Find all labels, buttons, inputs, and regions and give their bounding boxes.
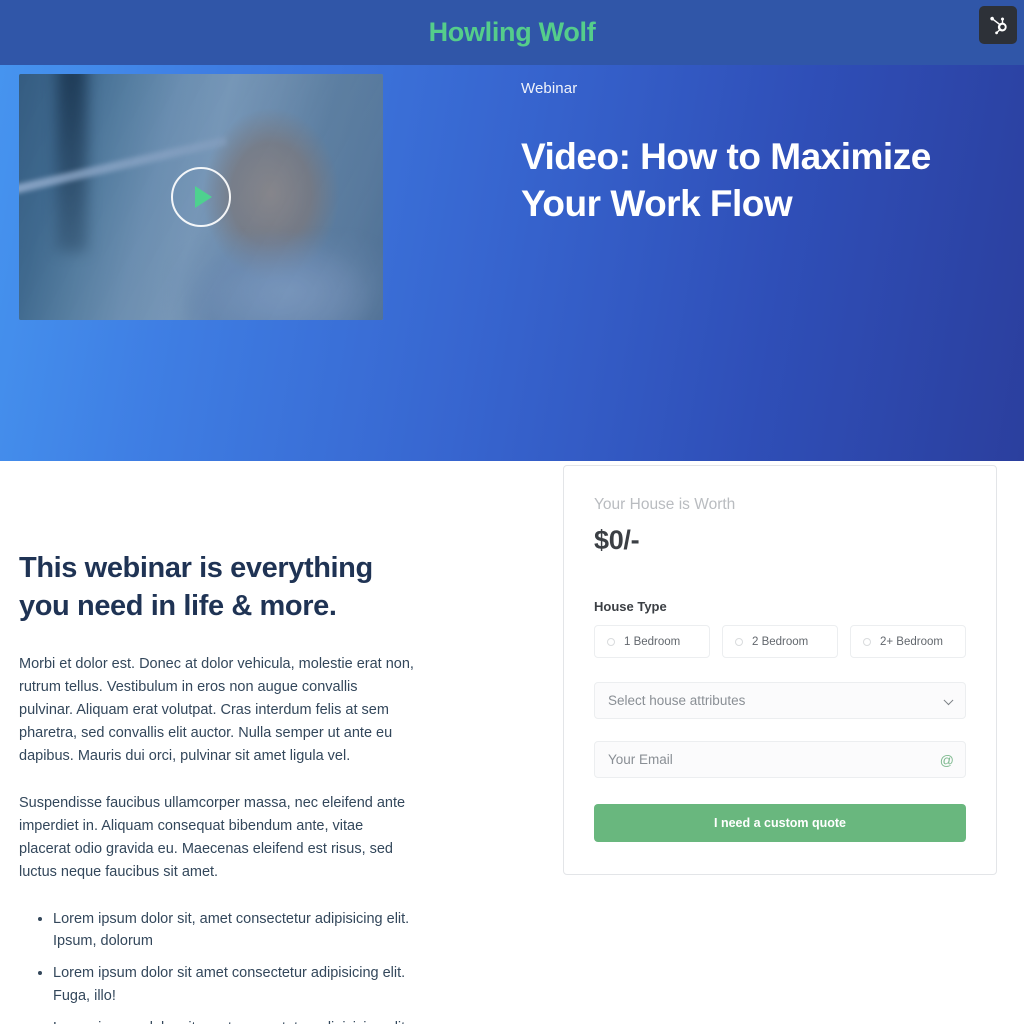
- chevron-down-icon: [943, 694, 954, 705]
- body-paragraph-2: Suspendisse faucibus ullamcorper massa, …: [19, 794, 406, 880]
- house-type-radio-group: 1 Bedroom 2 Bedroom 2+ Bedroom: [594, 625, 966, 658]
- email-placeholder: Your Email: [608, 752, 673, 767]
- email-field[interactable]: Your Email @: [594, 741, 966, 778]
- brand-title: Howling Wolf: [428, 17, 596, 47]
- hubspot-sprocket-icon[interactable]: [979, 6, 1017, 44]
- custom-quote-button[interactable]: I need a custom quote: [594, 804, 966, 842]
- list-item: Lorem ipsum dolor sit, amet consectetur …: [53, 908, 414, 954]
- radio-circle-icon: [607, 637, 615, 646]
- content-column: This webinar is everything you need in l…: [19, 550, 414, 1024]
- main-content: This webinar is everything you need in l…: [0, 461, 1024, 1024]
- list-item: Lorem ipsum dolor sit amet consectetur a…: [53, 962, 414, 1008]
- house-worth-label: Your House is Worth: [594, 496, 736, 513]
- house-attributes-select-value: Select house attributes: [608, 693, 746, 708]
- radio-circle-icon: [735, 637, 743, 646]
- house-type-option-1-bedroom[interactable]: 1 Bedroom: [594, 625, 710, 658]
- body-paragraph-1: Morbi et dolor est. Donec at dolor vehic…: [19, 656, 414, 764]
- hero-title: Video: How to Maximize Your Work Flow: [521, 136, 931, 224]
- house-type-option-label: 2 Bedroom: [752, 635, 809, 648]
- house-type-option-2-bedroom[interactable]: 2 Bedroom: [722, 625, 838, 658]
- page-title: This webinar is everything you need in l…: [19, 552, 373, 622]
- list-item: Lorem ipsum, dolor sit amet consectetur …: [53, 1017, 414, 1024]
- quote-form-card: Your House is Worth $0/- House Type 1 Be…: [563, 465, 997, 875]
- house-attributes-select[interactable]: Select house attributes: [594, 682, 966, 719]
- hero-eyebrow: Webinar: [521, 80, 578, 97]
- play-icon: [195, 186, 212, 208]
- house-type-option-2plus-bedroom[interactable]: 2+ Bedroom: [850, 625, 966, 658]
- hero-section: Webinar Video: How to Maximize Your Work…: [0, 65, 1024, 461]
- house-type-label: House Type: [594, 599, 667, 614]
- hero-text-block: Webinar Video: How to Maximize Your Work…: [521, 80, 1001, 227]
- house-worth-value: $0/-: [594, 525, 640, 555]
- house-type-option-label: 1 Bedroom: [624, 635, 681, 648]
- feature-bullet-list: Lorem ipsum dolor sit, amet consectetur …: [19, 908, 414, 1024]
- radio-circle-icon: [863, 637, 871, 646]
- play-button[interactable]: [171, 167, 231, 227]
- house-type-option-label: 2+ Bedroom: [880, 635, 943, 648]
- at-sign-icon: @: [939, 751, 954, 768]
- video-thumbnail[interactable]: [19, 74, 383, 320]
- top-bar: Howling Wolf: [0, 0, 1024, 65]
